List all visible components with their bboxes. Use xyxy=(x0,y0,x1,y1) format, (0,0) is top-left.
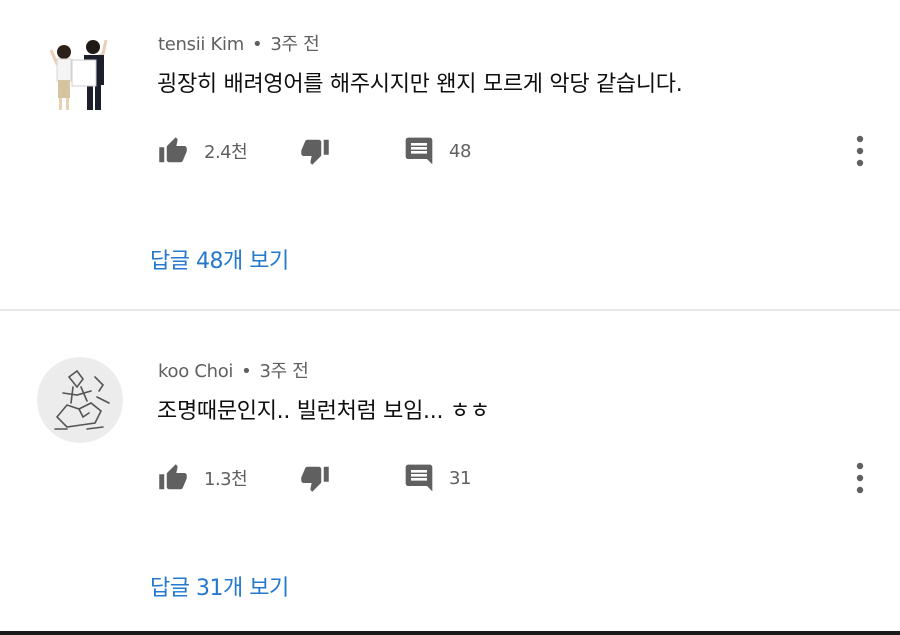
avatar[interactable] xyxy=(37,30,123,116)
reply-button[interactable]: 48 xyxy=(403,128,471,174)
comment-text: 굉장히 배려영어를 해주시지만 왠지 모르게 악당 같습니다. xyxy=(157,72,683,97)
more-options-button[interactable] xyxy=(848,128,872,174)
reply-count: 31 xyxy=(449,467,471,489)
more-vertical-icon xyxy=(856,135,864,167)
thumb-up-icon xyxy=(159,137,187,163)
comment-thread: koo Choi • 3주 전 조명때문인지.. 빌런처럼 보임... ㅎㅎ 1.3… xyxy=(0,327,900,635)
comment-icon xyxy=(405,137,433,165)
dislike-button[interactable] xyxy=(298,455,332,501)
thumb-up-icon xyxy=(159,464,187,490)
comment-time[interactable]: 3주 전 xyxy=(270,34,319,55)
comment-time[interactable]: 3주 전 xyxy=(259,361,308,382)
bottom-border xyxy=(0,631,900,635)
like-button[interactable]: 2.4천 xyxy=(156,128,248,174)
comment-actions: 2.4천 48 xyxy=(0,128,900,178)
comment-icon xyxy=(405,464,433,492)
two-people-photo-avatar-icon xyxy=(49,39,108,110)
view-replies-link[interactable]: 답글 31개 보기 xyxy=(150,570,289,602)
like-count: 1.3천 xyxy=(204,469,248,490)
meta-separator: • xyxy=(241,361,252,382)
author-name[interactable]: tensii Kim xyxy=(158,34,244,55)
doodle-drawing-avatar-icon xyxy=(54,369,110,430)
thumb-down-icon xyxy=(301,139,329,165)
meta-separator: • xyxy=(251,34,263,55)
like-count: 2.4천 xyxy=(204,142,248,163)
view-replies-link[interactable]: 답글 48개 보기 xyxy=(150,243,289,275)
dislike-button[interactable] xyxy=(298,128,332,174)
more-options-button[interactable] xyxy=(848,455,872,501)
comment-meta: tensii Kim • 3주 전 xyxy=(158,30,320,56)
reply-button[interactable]: 31 xyxy=(403,455,471,501)
comment-actions: 1.3천 31 xyxy=(0,455,900,505)
author-name[interactable]: koo Choi xyxy=(158,361,233,382)
like-button[interactable]: 1.3천 xyxy=(156,455,248,501)
reply-count: 48 xyxy=(449,140,471,162)
thread-divider xyxy=(0,309,900,311)
thumb-down-icon xyxy=(301,466,329,492)
comment-text: 조명때문인지.. 빌런처럼 보임... ㅎㅎ xyxy=(157,399,490,424)
more-vertical-icon xyxy=(856,462,864,494)
comment-thread: tensii Kim • 3주 전 굉장히 배려영어를 해주시지만 왠지 모르게 악… xyxy=(0,0,900,308)
avatar[interactable] xyxy=(37,357,123,443)
comment-meta: koo Choi • 3주 전 xyxy=(158,357,309,383)
